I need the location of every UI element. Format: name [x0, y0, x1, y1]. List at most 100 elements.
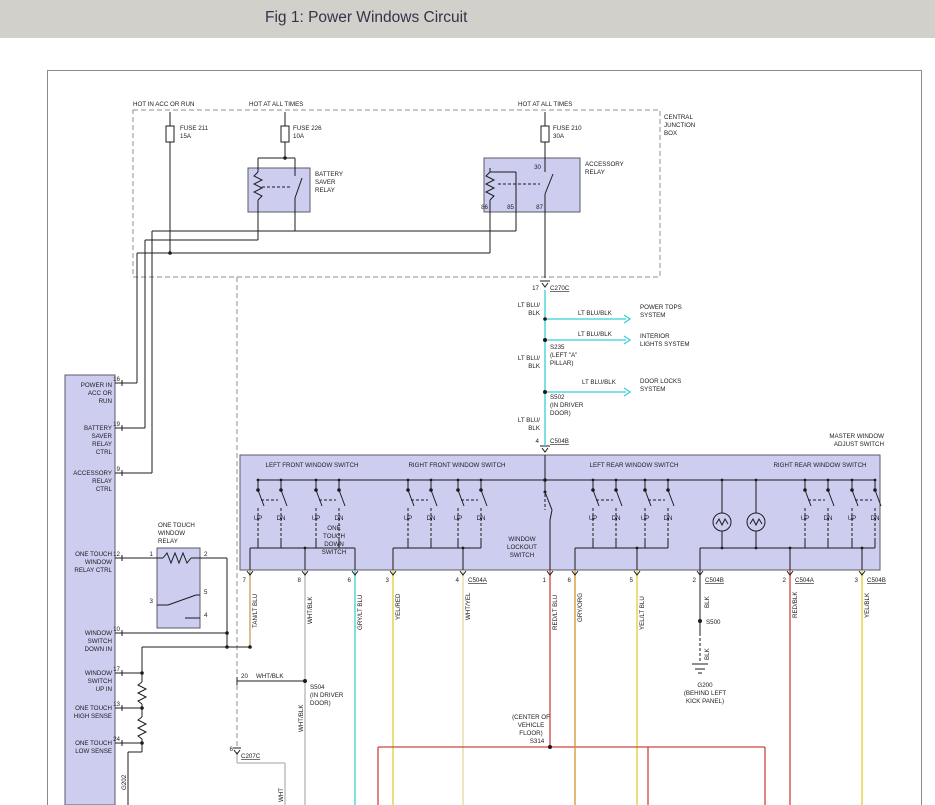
- diagram-label: UP: [254, 515, 263, 522]
- diagram-label: WHT/BLK: [256, 673, 284, 680]
- diagram-label: SYSTEM: [640, 312, 665, 319]
- diagram-label: WHT/BLK: [298, 704, 305, 732]
- diagram-label: UP: [454, 515, 463, 522]
- diagram-label: 1: [150, 551, 154, 558]
- diagram-label: SYSTEM: [640, 386, 665, 393]
- connector-link[interactable]: C270C: [550, 285, 570, 292]
- junction-dots: [140, 156, 877, 749]
- diagram-label: G200: [697, 682, 713, 689]
- diagram-label: LT BLU/BLK: [578, 310, 613, 317]
- diagram-label: WHT/BLK: [307, 596, 314, 624]
- diagram-label: 3: [855, 577, 859, 584]
- diagram-label: ACC OR: [88, 390, 113, 397]
- diagram-label: ADJUST SWITCH: [834, 441, 884, 448]
- diagram-label: LT BLU/: [518, 417, 540, 424]
- wiring-diagram: HOT IN ACC OR RUN HOT AT ALL TIMES HOT AT …: [47, 70, 922, 805]
- diagram-label: SWITCH: [88, 678, 112, 685]
- diagram-label: (IN DRIVER: [310, 692, 344, 699]
- diagram-label: MASTER WINDOW: [829, 433, 884, 440]
- diagram-label: 6: [348, 577, 352, 584]
- diagram-label: LT BLU/: [518, 355, 540, 362]
- fuse-210-icon: [540, 125, 550, 143]
- connector-link[interactable]: C504A: [468, 577, 488, 584]
- diagram-label: 87: [536, 204, 543, 211]
- diagram-label: SWITCH: [510, 552, 534, 559]
- diagram-label: DN: [612, 515, 621, 522]
- diagram-label: 10A: [293, 133, 305, 140]
- diagram-label: UP IN: [96, 686, 112, 693]
- diagram-label: DOWN IN: [85, 646, 113, 653]
- diagram-label: DN: [664, 515, 673, 522]
- diagram-label: DN: [871, 515, 880, 522]
- diagram-label: (CENTER OF: [512, 714, 550, 721]
- diagram-label: 4: [456, 577, 460, 584]
- diagram-label: 6: [230, 746, 234, 753]
- diagram-label: HIGH SENSE: [74, 713, 112, 720]
- diagram-label: 12: [113, 551, 120, 558]
- diagram-label: RED/BLK: [792, 591, 799, 618]
- diagram-label: TOUCH: [323, 533, 345, 540]
- diagram-label: G202: [121, 774, 128, 790]
- diagram-label: UP: [848, 515, 857, 522]
- diagram-label: TAN/LT BLU: [252, 594, 259, 628]
- connector-link[interactable]: C504B: [550, 438, 569, 445]
- diagram-label: 3: [150, 598, 154, 605]
- diagram-label: UP: [641, 515, 650, 522]
- diagram-label: (BEHIND LEFT: [684, 690, 727, 697]
- connector-icon: [541, 282, 549, 288]
- diagram-label: BATTERY: [315, 171, 343, 178]
- connector-icon: [541, 447, 549, 453]
- diagram-label: RELAY: [315, 187, 335, 194]
- diagram-label: 19: [113, 421, 120, 428]
- diagram-label: UP: [589, 515, 598, 522]
- diagram-label: S500: [706, 619, 721, 626]
- diagram-label: UP: [404, 515, 413, 522]
- diagram-label: (LEFT "A": [550, 352, 577, 359]
- diagram-label: YEL/LT BLU: [639, 596, 646, 630]
- diagram-label: ONE TOUCH: [75, 551, 112, 558]
- diagram-label: RELAY: [92, 441, 112, 448]
- diagram-label: BATTERY: [84, 425, 112, 432]
- diagram-label: VEHICLE: [518, 722, 544, 729]
- dashed-boundaries: [132, 109, 661, 748]
- diagram-label: ACCESSORY: [585, 161, 624, 168]
- sense-resistor-1: [136, 681, 148, 705]
- diagram-label: BOX: [664, 130, 677, 137]
- connector-link[interactable]: C504B: [867, 577, 886, 584]
- diagram-label: DN: [335, 515, 344, 522]
- diagram-label: BLK: [704, 595, 711, 608]
- diagram-label: CENTRAL: [664, 114, 693, 121]
- diagram-label: (IN DRIVER: [550, 402, 584, 409]
- diagram-label: YEL/BLK: [864, 592, 871, 618]
- diagram-label: 4: [204, 612, 208, 619]
- diagram-label: LT BLU/BLK: [582, 379, 617, 386]
- diagram-label: LOW SENSE: [75, 748, 112, 755]
- diagram-label: UP: [312, 515, 321, 522]
- diagram-label: FUSE 210: [553, 125, 582, 132]
- diagram-label: LOCKOUT: [507, 544, 537, 551]
- diagram-label: BLK: [704, 647, 711, 660]
- diagram-label: FUSE 226: [293, 125, 322, 132]
- connector-link[interactable]: C207C: [241, 753, 261, 760]
- diagram-label: LIGHTS SYSTEM: [640, 341, 690, 348]
- connector-link[interactable]: C504A: [795, 577, 815, 584]
- diagram-label: 5: [630, 577, 634, 584]
- diagram-label: SAVER: [315, 179, 336, 186]
- diagram-label: S504: [310, 684, 325, 691]
- diagram-label: DN: [277, 515, 286, 522]
- diagram-label: SWITCH: [322, 549, 346, 556]
- diagram-label: ACCESSORY: [73, 470, 112, 477]
- diagram-label: SAVER: [91, 433, 112, 440]
- diagram-label: 13: [113, 701, 120, 708]
- diagram-label: SWITCH: [88, 638, 112, 645]
- diagram-label: WINDOW: [85, 670, 112, 677]
- diagram-label: 86: [481, 204, 488, 211]
- diagram-label: LT BLU/: [518, 302, 540, 309]
- diagram-label: 6: [568, 577, 572, 584]
- diagram-label: DOOR LOCKS: [640, 378, 681, 385]
- diagram-label: RELAY: [158, 538, 178, 545]
- diagram-label: 30: [534, 164, 541, 171]
- connector-link[interactable]: C504B: [705, 577, 724, 584]
- diagram-label: 30A: [553, 133, 565, 140]
- diagram-label: BLK: [528, 425, 541, 432]
